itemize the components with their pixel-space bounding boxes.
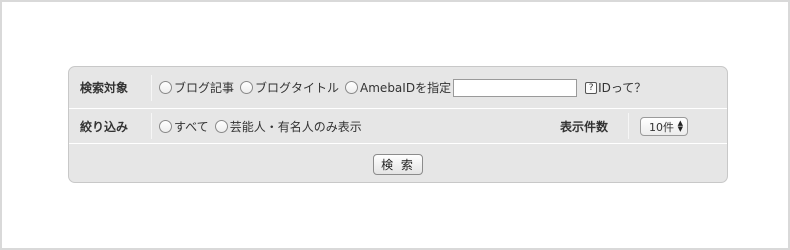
filter-label: 絞り込み: [80, 119, 129, 134]
radio-label: AmebaIDを指定: [360, 81, 452, 95]
row-divider: [628, 113, 629, 139]
radio-label: 芸能人・有名人のみ表示: [229, 119, 362, 134]
count-select-value: 10件: [649, 120, 674, 134]
search-button[interactable]: 検 索: [373, 153, 423, 175]
filter-row: 絞り込み すべて 芸能人・有名人のみ表示 表示件数 10件 ▲ ▼: [69, 109, 727, 144]
count-label: 表示件数: [560, 120, 609, 134]
radio-blog-title[interactable]: ブログタイトル: [240, 79, 339, 96]
row-divider: [151, 113, 152, 139]
row-divider: [151, 74, 152, 101]
count-select[interactable]: 10件 ▲ ▼: [640, 117, 688, 136]
radio-label: すべて: [174, 119, 209, 134]
page-frame: 検索対象 ブログ記事 ブログタイトル AmebaIDを指定 ? IDって？ 絞り…: [0, 0, 790, 250]
radio-label: ブログ記事: [174, 81, 235, 95]
radio-ameba-id[interactable]: AmebaIDを指定: [345, 79, 451, 96]
search-panel: 検索対象 ブログ記事 ブログタイトル AmebaIDを指定 ? IDって？ 絞り…: [68, 66, 728, 183]
radio-circle[interactable]: [159, 81, 172, 94]
radio-circle[interactable]: [214, 119, 228, 133]
ameba-id-input[interactable]: [453, 78, 578, 97]
id-help-text: IDって？: [598, 81, 647, 95]
radio-circle[interactable]: [159, 119, 172, 133]
id-help-link[interactable]: ? IDって？: [585, 79, 646, 96]
question-icon: ?: [585, 81, 598, 94]
radio-blog-article[interactable]: ブログ記事: [159, 79, 234, 96]
submit-row: 検 索: [69, 145, 727, 183]
radio-circle[interactable]: [345, 81, 359, 94]
radio-label: ブログタイトル: [255, 81, 340, 95]
radio-all[interactable]: すべて: [159, 118, 209, 135]
radio-circle[interactable]: [240, 81, 254, 94]
updown-arrow-icon: ▲ ▼: [677, 119, 683, 133]
radio-celebrity-only[interactable]: 芸能人・有名人のみ表示: [214, 118, 362, 135]
search-target-label: 検索対象: [80, 81, 129, 95]
search-target-row: 検索対象 ブログ記事 ブログタイトル AmebaIDを指定 ? IDって？: [69, 67, 727, 109]
